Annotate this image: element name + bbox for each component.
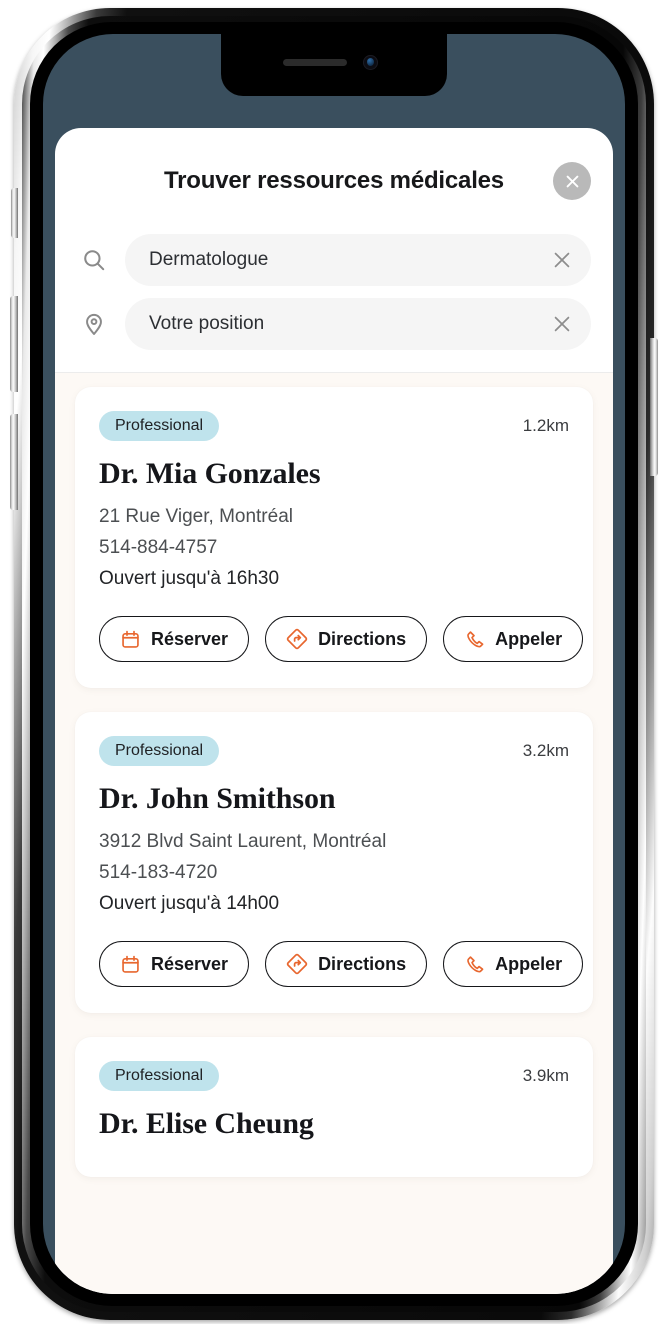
calendar-icon: [120, 954, 141, 975]
book-button[interactable]: Réserver: [99, 616, 250, 662]
provider-phone: 514-884-4757: [99, 537, 218, 558]
card-header: Professional 3.9km: [99, 1061, 569, 1091]
distance-label: 3.9km: [522, 1066, 569, 1085]
phone-notch: [221, 34, 447, 96]
page-title: Trouver ressources médicales: [164, 167, 504, 194]
provider-name: Dr. Elise Cheung: [99, 1107, 314, 1140]
card-header: Professional 3.2km: [99, 736, 569, 766]
result-card[interactable]: Professional 3.9km Dr. Elise Cheung: [75, 1037, 593, 1177]
directions-sign-icon: [286, 628, 308, 650]
clear-search-button[interactable]: [549, 247, 575, 273]
search-input-value: Dermatologue: [149, 249, 269, 270]
search-block: Dermatologue Votre position: [55, 234, 613, 373]
location-search-row: Votre position: [77, 298, 591, 350]
status-badge: Professional: [99, 411, 220, 441]
location-input[interactable]: Votre position: [125, 298, 591, 350]
close-icon: [554, 252, 570, 268]
distance-label: 3.2km: [522, 741, 569, 760]
query-search-row: Dermatologue: [77, 234, 591, 286]
provider-address: 3912 Blvd Saint Laurent, Montréal: [99, 831, 387, 852]
mute-switch-button[interactable]: [11, 188, 18, 238]
card-actions: Réserver Directions Appeler: [99, 616, 584, 662]
location-pin-icon: [77, 311, 111, 337]
clear-location-button[interactable]: [549, 311, 575, 337]
provider-name: Dr. Mia Gonzales: [99, 457, 321, 490]
search-icon: [77, 247, 111, 273]
phone-icon: [464, 629, 485, 650]
earpiece-speaker-icon: [283, 59, 347, 66]
results-list[interactable]: Professional 1.2km Dr. Mia Gonzales 21 R…: [55, 373, 613, 1294]
power-button[interactable]: [650, 338, 658, 476]
directions-button[interactable]: Directions: [265, 941, 428, 987]
search-input[interactable]: Dermatologue: [125, 234, 591, 286]
volume-up-button[interactable]: [10, 296, 18, 392]
sheet-header: Trouver ressources médicales: [55, 128, 613, 234]
card-actions: Réserver Directions Appeler: [99, 941, 584, 987]
distance-label: 1.2km: [522, 416, 569, 435]
book-button[interactable]: Réserver: [99, 941, 250, 987]
close-icon: [566, 175, 578, 187]
close-sheet-button[interactable]: [553, 162, 591, 200]
directions-button[interactable]: Directions: [265, 616, 428, 662]
call-button[interactable]: Appeler: [443, 616, 584, 662]
status-badge: Professional: [99, 736, 220, 766]
provider-address: 21 Rue Viger, Montréal: [99, 506, 293, 527]
phone-icon: [464, 954, 485, 975]
volume-down-button[interactable]: [10, 414, 18, 510]
status-badge: Professional: [99, 1061, 220, 1091]
call-button-label: Appeler: [495, 628, 563, 649]
provider-phone: 514-183-4720: [99, 862, 218, 883]
calendar-icon: [120, 629, 141, 650]
call-button[interactable]: Appeler: [443, 941, 584, 987]
provider-name: Dr. John Smithson: [99, 782, 336, 815]
result-card[interactable]: Professional 3.2km Dr. John Smithson 391…: [75, 712, 593, 1013]
provider-hours: Ouvert jusqu'à 16h30: [99, 568, 280, 589]
close-icon: [554, 316, 570, 332]
location-input-value: Votre position: [149, 313, 265, 334]
search-sheet: Trouver ressources médicales Dermatologu…: [55, 128, 613, 1294]
phone-screen: Trouver ressources médicales Dermatologu…: [43, 34, 625, 1294]
screenshot-stage: Trouver ressources médicales Dermatologu…: [0, 0, 668, 1324]
call-button-label: Appeler: [495, 953, 563, 974]
directions-button-label: Directions: [318, 628, 407, 649]
provider-hours: Ouvert jusqu'à 14h00: [99, 893, 280, 914]
directions-button-label: Directions: [318, 953, 407, 974]
card-header: Professional 1.2km: [99, 411, 569, 441]
front-camera-icon: [363, 55, 378, 70]
result-card[interactable]: Professional 1.2km Dr. Mia Gonzales 21 R…: [75, 387, 593, 688]
book-button-label: Réserver: [151, 628, 229, 649]
book-button-label: Réserver: [151, 953, 229, 974]
directions-sign-icon: [286, 953, 308, 975]
